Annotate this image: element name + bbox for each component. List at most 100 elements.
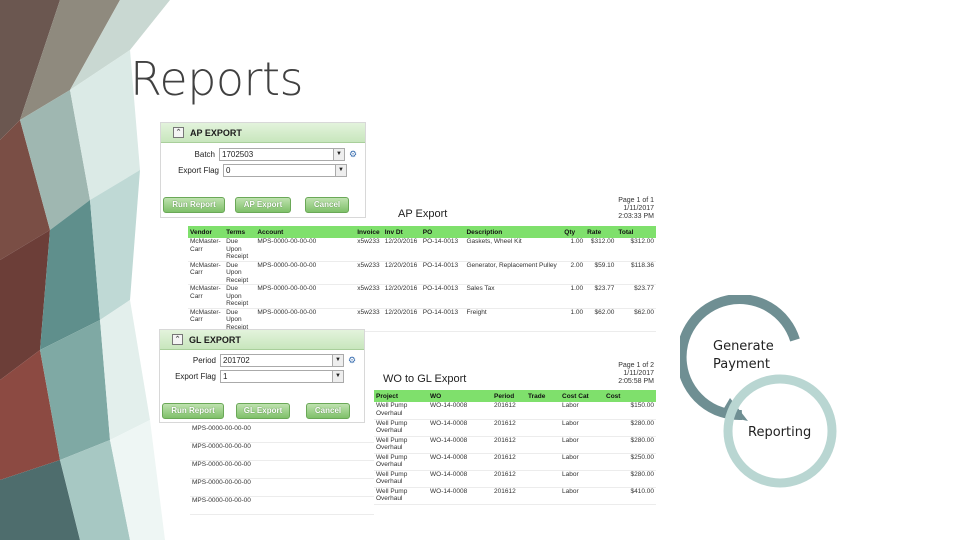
gl-account-column: MPS-0000-00-00-00 MPS-0000-00-00-00 MPS-… (190, 425, 374, 515)
chevron-down-icon[interactable]: ▼ (335, 165, 346, 176)
cell-cost-cat: Labor (560, 470, 604, 488)
cell-total: $312.00 (616, 238, 656, 262)
cell-terms: Due Upon Receipt (224, 238, 256, 262)
gl-export-header: ⌃ GL EXPORT (160, 330, 364, 350)
col-inv-dt: Inv Dt (382, 226, 421, 238)
cell-invoice: x5w233 (355, 261, 383, 285)
col-cost-cat: Cost Cat (560, 390, 604, 402)
cell-total: $62.00 (616, 308, 656, 332)
col-description: Description (464, 226, 563, 238)
cell-cost: $280.00 (604, 436, 656, 454)
cell-period: 201612 (492, 436, 526, 454)
cell-cost: $280.00 (604, 419, 656, 437)
cancel-button[interactable]: Cancel (305, 197, 349, 213)
cell-vendor: McMaster-Carr (188, 308, 225, 332)
lookup-icon[interactable]: ⚙ (348, 355, 358, 366)
cell-cost-cat: Labor (560, 487, 604, 505)
export-flag-label: Export Flag (175, 372, 216, 381)
cell-account: MPS-0000-00-00-00 (255, 261, 356, 285)
cell-total: $118.36 (616, 261, 656, 285)
cell-po: PO-14-0013 (420, 238, 465, 262)
cell-rate: $62.00 (585, 308, 617, 332)
cell-project: Well Pump Overhaul (374, 436, 428, 454)
gl-export-title: GL EXPORT (189, 334, 241, 345)
table-row: McMaster-Carr Due Upon Receipt MPS-0000-… (188, 238, 656, 262)
col-project: Project (374, 390, 428, 402)
run-report-button[interactable]: Run Report (163, 197, 225, 213)
slide-title: Reports (130, 52, 303, 106)
batch-value: 1702503 (222, 150, 254, 159)
cell-period: 201612 (492, 453, 526, 471)
col-invoice: Invoice (355, 226, 383, 238)
cell-cost-cat: Labor (560, 453, 604, 471)
col-total: Total (616, 226, 656, 238)
export-flag-select[interactable]: 0 ▼ (223, 164, 347, 177)
cell-project: Well Pump Overhaul (374, 470, 428, 488)
col-rate: Rate (585, 226, 617, 238)
cell-period: 201612 (492, 470, 526, 488)
ap-report-table: Vendor Terms Account Invoice Inv Dt PO D… (188, 226, 656, 332)
cell-wo: WO-14-0008 (428, 402, 492, 420)
generate-payment-label: Generate Payment (713, 339, 774, 372)
cell-wo: WO-14-0008 (428, 487, 492, 505)
cell-wo: WO-14-0008 (428, 419, 492, 437)
collapse-icon[interactable]: ⌃ (172, 334, 183, 345)
col-vendor: Vendor (188, 226, 225, 238)
cell-total: $23.77 (616, 284, 656, 309)
cell-project: Well Pump Overhaul (374, 453, 428, 471)
cell-terms: Due Upon Receipt (224, 308, 256, 332)
cell-period: 201612 (492, 487, 526, 505)
cell-terms: Due Upon Receipt (224, 284, 256, 309)
cell-period: 201612 (492, 402, 526, 420)
cell-cost: $280.00 (604, 470, 656, 488)
page-number: Page 1 of 1 (618, 197, 654, 204)
report-date: 1/11/2017 (623, 370, 654, 377)
ap-export-header: ⌃ AP EXPORT (161, 123, 365, 143)
cell-rate: $59.10 (585, 261, 617, 285)
collapse-icon[interactable]: ⌃ (173, 127, 184, 138)
table-row: McMaster-Carr Due Upon Receipt MPS-0000-… (188, 308, 656, 332)
export-flag-select[interactable]: 1 ▼ (220, 370, 344, 383)
batch-label: Batch (194, 150, 215, 159)
ap-export-button[interactable]: AP Export (235, 197, 291, 213)
cell-invoice: x5w233 (355, 238, 383, 262)
cell-trade (526, 436, 560, 454)
cell-cost: $250.00 (604, 453, 656, 471)
col-cost: Cost (604, 390, 656, 402)
cell-description: Generator, Replacement Pulley (464, 261, 563, 285)
gl-report-title: WO to GL Export (383, 373, 467, 385)
cell-period: 201612 (492, 419, 526, 437)
cell-description: Freight (464, 308, 563, 332)
table-row: Well Pump Overhaul WO-14-0008 201612 Lab… (374, 487, 656, 505)
account-cell: MPS-0000-00-00-00 (190, 443, 374, 461)
lookup-icon[interactable]: ⚙ (349, 149, 359, 160)
cell-invoice: x5w233 (355, 308, 383, 332)
cell-cost-cat: Labor (560, 402, 604, 420)
cancel-button[interactable]: Cancel (306, 403, 350, 419)
export-flag-value: 1 (223, 372, 228, 381)
table-row: Well Pump Overhaul WO-14-0008 201612 Lab… (374, 453, 656, 471)
cell-cost: $410.00 (604, 487, 656, 505)
cell-account: MPS-0000-00-00-00 (255, 308, 356, 332)
page-number: Page 1 of 2 (618, 362, 654, 369)
cell-cost: $150.00 (604, 402, 656, 420)
cell-po: PO-14-0013 (420, 308, 465, 332)
gl-export-button[interactable]: GL Export (236, 403, 290, 419)
cell-inv-dt: 12/20/2016 (382, 261, 421, 285)
col-account: Account (255, 226, 356, 238)
chevron-down-icon[interactable]: ▼ (333, 149, 344, 160)
report-time: 2:03:33 PM (618, 213, 654, 220)
cell-vendor: McMaster-Carr (188, 261, 225, 285)
batch-select[interactable]: 1702503 ▼ (219, 148, 345, 161)
col-trade: Trade (526, 390, 560, 402)
gl-report-table: Project WO Period Trade Cost Cat Cost We… (374, 390, 656, 505)
chevron-down-icon[interactable]: ▼ (332, 371, 343, 382)
run-report-button[interactable]: Run Report (162, 403, 224, 419)
report-time: 2:05:58 PM (618, 378, 654, 385)
account-cell: MPS-0000-00-00-00 (190, 461, 374, 479)
table-row: Well Pump Overhaul WO-14-0008 201612 Lab… (374, 419, 656, 437)
cell-project: Well Pump Overhaul (374, 487, 428, 505)
chevron-down-icon[interactable]: ▼ (332, 355, 343, 366)
period-select[interactable]: 201702 ▼ (220, 354, 344, 367)
reporting-label: Reporting (748, 425, 812, 440)
